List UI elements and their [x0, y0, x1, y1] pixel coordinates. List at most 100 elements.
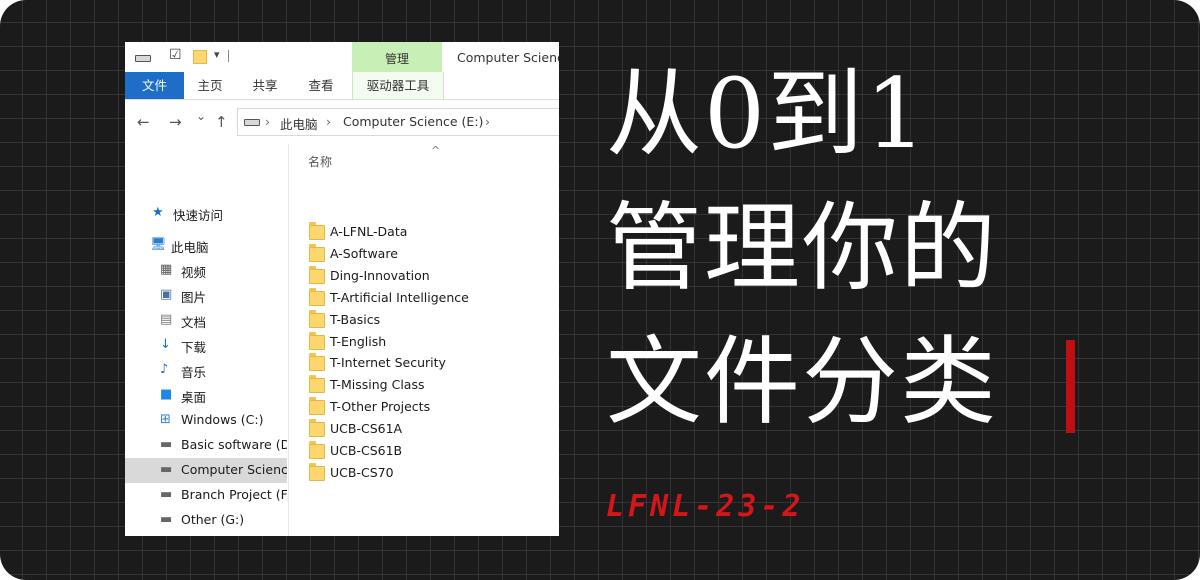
- breadcrumb-separator: ›: [326, 114, 331, 129]
- list-item[interactable]: UCB-CS61B: [309, 441, 559, 463]
- file-name: T-English: [330, 333, 387, 349]
- accent-bar: [1066, 340, 1075, 433]
- sidebar-item-label: Windows (C:): [181, 412, 264, 427]
- sidebar-item-label: 此电脑: [171, 240, 209, 255]
- folder-icon: [309, 309, 325, 328]
- sidebar-item-label: 桌面: [181, 390, 207, 405]
- file-name: UCB-CS61B: [330, 443, 403, 458]
- recent-locations-chevron-icon[interactable]: ⌄: [196, 109, 206, 123]
- breadcrumb-separator: ›: [265, 114, 270, 129]
- navigation-pane: ★ 快速访问 🖥 此电脑 ▦ 视频 ▣ 图片 ▤ 文档 ↓ 下载 ♪ 音乐 ■ 桌面 ⊞ Windows (C:)…: [125, 144, 287, 536]
- downloads-icon: ↓: [160, 337, 171, 352]
- folder-icon: [309, 265, 325, 284]
- file-name: UCB-CS70: [330, 464, 394, 480]
- ribbon-tabs: 文件 主页 共享 查看 驱动器工具: [125, 72, 559, 100]
- file-explorer-window: ☑ ▾ 管理 Computer Scienc 文件 主页 共享 查看 驱动器工具…: [125, 42, 559, 536]
- properties-icon[interactable]: ☑: [169, 47, 182, 63]
- breadcrumb-drive-e[interactable]: Computer Science (E:): [343, 114, 483, 129]
- list-item[interactable]: T-Basics: [309, 309, 559, 332]
- file-name: T-Missing Class: [330, 377, 425, 393]
- documents-icon: ▤: [160, 312, 173, 327]
- folder-icon: [309, 222, 325, 240]
- sidebar-item[interactable]: ■ 桌面: [125, 383, 287, 408]
- sidebar-item-label: 音乐: [181, 365, 207, 380]
- sidebar-item-label: 快速访问: [173, 208, 224, 223]
- sidebar-item[interactable]: ▬ Branch Project (F:: [125, 483, 287, 508]
- file-name: T-Basics: [330, 311, 381, 327]
- list-item[interactable]: T-Internet Security: [309, 353, 559, 375]
- headline-line-2: 管理你的: [606, 192, 998, 304]
- up-arrow-icon[interactable]: ↑: [215, 113, 228, 131]
- folder-icon: [309, 419, 325, 438]
- sidebar-item[interactable]: ▬ Other (G:): [125, 508, 287, 533]
- file-name: A-Software: [330, 245, 398, 261]
- drive-icon: ▬: [160, 437, 173, 452]
- sidebar-item-label: Computer Science: [181, 462, 287, 477]
- tab-home[interactable]: 主页: [188, 72, 232, 99]
- drive-icon: ▬: [160, 512, 173, 527]
- context-tab-header: 管理: [352, 42, 442, 72]
- folder-icon: [309, 397, 325, 416]
- list-item[interactable]: Ding-Innovation: [309, 265, 559, 288]
- tab-share[interactable]: 共享: [243, 72, 287, 99]
- sidebar-item-label: Other (G:): [181, 512, 245, 527]
- back-arrow-icon[interactable]: ←: [137, 113, 150, 131]
- sidebar-item[interactable]: ♪ 音乐: [125, 358, 287, 383]
- list-item[interactable]: A-Software: [309, 243, 559, 266]
- list-item[interactable]: UCB-CS70: [309, 462, 559, 485]
- new-folder-icon[interactable]: [193, 50, 207, 64]
- breadcrumb-separator: ›: [485, 114, 490, 129]
- sidebar-item-label: 文档: [181, 315, 207, 330]
- list-item[interactable]: T-English: [309, 331, 559, 354]
- customize-qat-icon[interactable]: ▾: [214, 48, 220, 61]
- file-name: A-LFNL-Data: [330, 224, 408, 239]
- list-item[interactable]: UCB-CS61A: [309, 419, 559, 441]
- sidebar-item[interactable]: ▦ 视频: [125, 258, 287, 283]
- videos-icon: ▦: [160, 262, 173, 277]
- tab-file[interactable]: 文件: [125, 72, 184, 99]
- file-name: T-Internet Security: [330, 355, 446, 371]
- quick-access-star-icon: ★: [152, 205, 164, 220]
- pictures-icon: ▣: [160, 287, 173, 302]
- list-item[interactable]: T-Artificial Intelligence: [309, 287, 559, 310]
- folder-icon: [309, 243, 325, 262]
- list-item[interactable]: T-Missing Class: [309, 375, 559, 397]
- folder-icon: [309, 287, 325, 306]
- sidebar-item[interactable]: ▣ 图片: [125, 283, 287, 308]
- folder-icon: [309, 331, 325, 350]
- file-name: T-Other Projects: [330, 399, 431, 415]
- headline-line-3: 文件分类: [606, 326, 998, 438]
- file-name: Ding-Innovation: [330, 267, 430, 283]
- forward-arrow-icon[interactable]: →: [169, 113, 182, 131]
- music-icon: ♪: [160, 362, 169, 377]
- drive-icon[interactable]: [135, 55, 151, 62]
- computer-icon: 🖥: [150, 237, 167, 252]
- folder-icon: [309, 353, 325, 372]
- sidebar-item[interactable]: ↓ 下载: [125, 333, 287, 358]
- qat-separator: [228, 50, 229, 62]
- sidebar-item-label: 视频: [181, 265, 207, 280]
- series-code-label: LFNL-23-2: [606, 489, 805, 524]
- sidebar-item[interactable]: ▬ Computer Science: [125, 458, 287, 483]
- breadcrumb-this-pc[interactable]: 此电脑: [280, 114, 318, 133]
- drive-icon: ▬: [160, 462, 173, 477]
- sidebar-item[interactable]: 🖥 此电脑: [125, 233, 287, 258]
- sidebar-item-label: Basic software (D: [181, 437, 287, 452]
- tab-view[interactable]: 查看: [299, 72, 343, 99]
- window-title: Computer Scienc: [457, 50, 559, 65]
- list-item[interactable]: A-LFNL-Data: [309, 222, 559, 244]
- file-name: T-Artificial Intelligence: [330, 289, 469, 305]
- sidebar-item[interactable]: ★ 快速访问: [125, 201, 287, 226]
- sidebar-item[interactable]: ⊞ Windows (C:): [125, 408, 287, 433]
- sidebar-item-label: Branch Project (F:: [181, 487, 287, 502]
- headline-line-1: 从0到1: [606, 58, 929, 170]
- list-item[interactable]: T-Other Projects: [309, 397, 559, 419]
- address-bar[interactable]: › 此电脑 › Computer Science (E:) ›: [237, 108, 559, 136]
- tab-drive-tools[interactable]: 驱动器工具: [352, 72, 444, 99]
- navigation-bar: ← → ⌄ ↑ › 此电脑 › Computer Science (E:) ›: [125, 100, 559, 144]
- sort-caret-icon[interactable]: ^: [431, 144, 440, 157]
- column-header-name[interactable]: 名称: [308, 153, 332, 170]
- sidebar-item[interactable]: ▬ Basic software (D: [125, 433, 287, 458]
- sidebar-item[interactable]: ▤ 文档: [125, 308, 287, 333]
- folder-icon: [309, 462, 325, 481]
